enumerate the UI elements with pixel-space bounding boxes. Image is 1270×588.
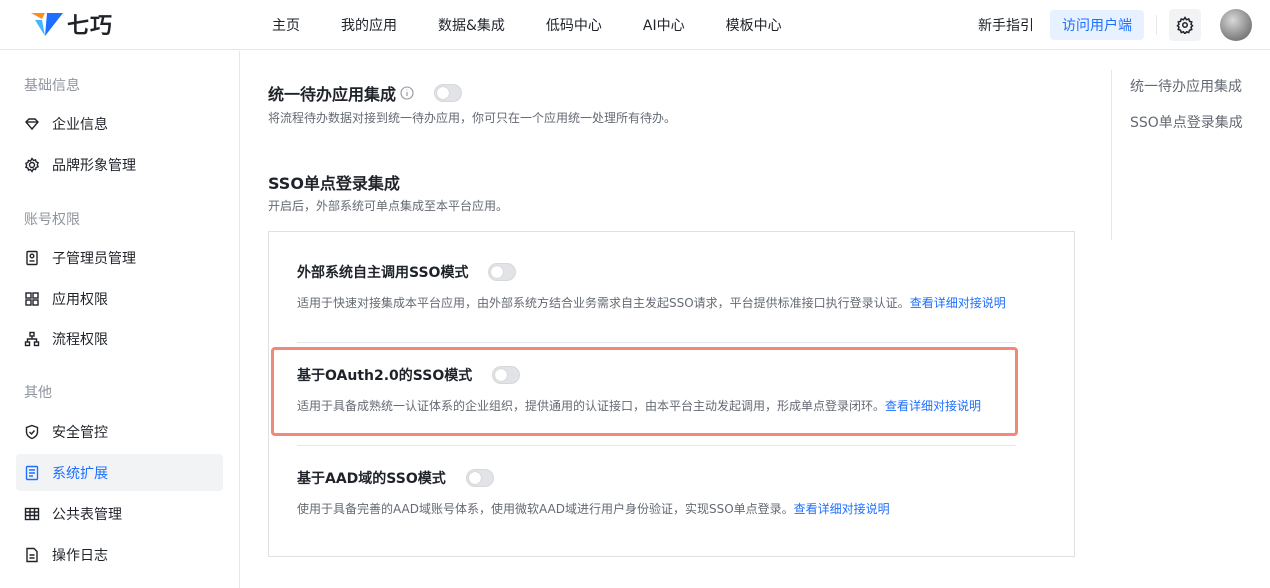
shield-icon bbox=[24, 424, 40, 440]
extension-doc-icon bbox=[24, 465, 40, 481]
org-chart-icon bbox=[24, 331, 40, 347]
nav-ai[interactable]: AI中心 bbox=[643, 15, 685, 35]
nav-lowcode[interactable]: 低码中心 bbox=[546, 15, 602, 35]
sidebar-item-sub-admin[interactable]: 子管理员管理 bbox=[16, 239, 223, 276]
sidebar-group-other: 其他 bbox=[24, 385, 52, 401]
sidebar-item-security[interactable]: 安全管控 bbox=[16, 413, 223, 450]
sso-mode-external-toggle[interactable] bbox=[488, 263, 517, 281]
sidebar-item-label: 公共表管理 bbox=[52, 506, 122, 523]
mode-title-text: 外部系统自主调用SSO模式 bbox=[297, 265, 469, 281]
sidebar-item-label: 应用权限 bbox=[52, 291, 108, 308]
toc-item-sso[interactable]: SSO单点登录集成 bbox=[1130, 112, 1243, 132]
sso-mode-aad-toggle[interactable] bbox=[465, 469, 494, 487]
mode-desc-text: 使用于具备完善的AAD域账号体系，使用微软AAD域进行用户身份验证，实现SSO单… bbox=[297, 502, 794, 516]
todo-title-text: 统一待办应用集成 bbox=[268, 85, 397, 104]
mode-title-text: 基于AAD域的SSO模式 bbox=[297, 471, 446, 487]
sidebar-item-label: 企业信息 bbox=[52, 116, 108, 133]
sso-mode-external-desc: 适用于快速对接集成本平台应用，由外部系统方结合业务需求自主发起SSO请求，平台提… bbox=[297, 294, 1006, 311]
table-of-contents: 统一待办应用集成 SSO单点登录集成 bbox=[1111, 70, 1270, 240]
mode-divider bbox=[297, 342, 1016, 343]
sidebar-item-brand[interactable]: 品牌形象管理 bbox=[16, 146, 223, 183]
info-icon[interactable] bbox=[400, 86, 414, 100]
todo-description: 将流程待办数据对接到统一待办应用，你可只在一个应用统一处理所有待办。 bbox=[268, 111, 677, 125]
toc-item-todo[interactable]: 统一待办应用集成 bbox=[1130, 76, 1242, 96]
sidebar-item-label: 品牌形象管理 bbox=[52, 157, 136, 174]
mode-divider bbox=[297, 445, 1016, 446]
gear-icon bbox=[1176, 16, 1194, 34]
nav-templates[interactable]: 模板中心 bbox=[726, 15, 782, 35]
main-nav: 主页 我的应用 数据&集成 低码中心 AI中心 模板中心 bbox=[272, 0, 823, 50]
brand-name: 七巧 bbox=[67, 14, 114, 39]
nav-data-integration[interactable]: 数据&集成 bbox=[438, 15, 505, 35]
diamond-icon bbox=[24, 116, 40, 132]
sidebar-item-label: 流程权限 bbox=[52, 331, 108, 348]
mode-doc-link[interactable]: 查看详细对接说明 bbox=[794, 502, 890, 516]
badge-icon bbox=[24, 250, 40, 266]
sso-mode-aad: 基于AAD域的SSO模式 bbox=[297, 468, 494, 488]
sidebar-item-flow-permission[interactable]: 流程权限 bbox=[16, 320, 223, 357]
sidebar-item-label: 操作日志 bbox=[52, 547, 108, 564]
sidebar-item-app-permission[interactable]: 应用权限 bbox=[16, 280, 223, 317]
sidebar-item-system-extension[interactable]: 系统扩展 bbox=[16, 454, 223, 491]
header-actions: 新手指引 访问用户端 bbox=[978, 0, 1270, 50]
gear-icon bbox=[24, 156, 40, 173]
guide-link[interactable]: 新手指引 bbox=[978, 15, 1034, 35]
sidebar-item-label: 子管理员管理 bbox=[52, 250, 136, 267]
visit-user-button[interactable]: 访问用户端 bbox=[1050, 10, 1144, 40]
mode-doc-link[interactable]: 查看详细对接说明 bbox=[910, 296, 1006, 310]
mode-desc-text: 适用于快速对接集成本平台应用，由外部系统方结合业务需求自主发起SSO请求，平台提… bbox=[297, 296, 910, 310]
header-divider bbox=[1156, 15, 1157, 35]
sso-mode-external: 外部系统自主调用SSO模式 bbox=[297, 262, 517, 282]
settings-button[interactable] bbox=[1169, 9, 1201, 41]
sidebar-item-operation-log[interactable]: 操作日志 bbox=[16, 536, 223, 573]
log-doc-icon bbox=[24, 547, 40, 563]
highlight-box bbox=[271, 347, 1018, 436]
sso-mode-aad-desc: 使用于具备完善的AAD域账号体系，使用微软AAD域进行用户身份验证，实现SSO单… bbox=[297, 500, 890, 517]
sidebar-item-label: 安全管控 bbox=[52, 424, 108, 441]
nav-home[interactable]: 主页 bbox=[272, 15, 300, 35]
table-icon bbox=[24, 506, 40, 522]
logo-icon bbox=[31, 13, 63, 36]
avatar[interactable] bbox=[1220, 9, 1252, 41]
sidebar-group-basic: 基础信息 bbox=[24, 78, 80, 94]
sidebar-group-account: 账号权限 bbox=[24, 212, 80, 228]
grid-icon bbox=[24, 291, 40, 307]
todo-section-title: 统一待办应用集成 bbox=[268, 81, 463, 105]
sidebar-item-label: 系统扩展 bbox=[52, 465, 108, 482]
sidebar-item-public-table[interactable]: 公共表管理 bbox=[16, 495, 223, 532]
nav-my-apps[interactable]: 我的应用 bbox=[341, 15, 397, 35]
sso-section-title: SSO单点登录集成 bbox=[268, 174, 400, 193]
top-bar: 七巧 主页 我的应用 数据&集成 低码中心 AI中心 模板中心 新手指引 访问用… bbox=[0, 0, 1270, 50]
sidebar-item-company-info[interactable]: 企业信息 bbox=[16, 105, 223, 142]
todo-toggle[interactable] bbox=[434, 84, 463, 102]
logo[interactable]: 七巧 bbox=[31, 9, 113, 39]
sso-description: 开启后，外部系统可单点集成至本平台应用。 bbox=[268, 199, 509, 213]
sidebar: 基础信息 企业信息 品牌形象管理 账号权限 子管理员管理 应用权限 流程权限 其… bbox=[0, 51, 240, 588]
